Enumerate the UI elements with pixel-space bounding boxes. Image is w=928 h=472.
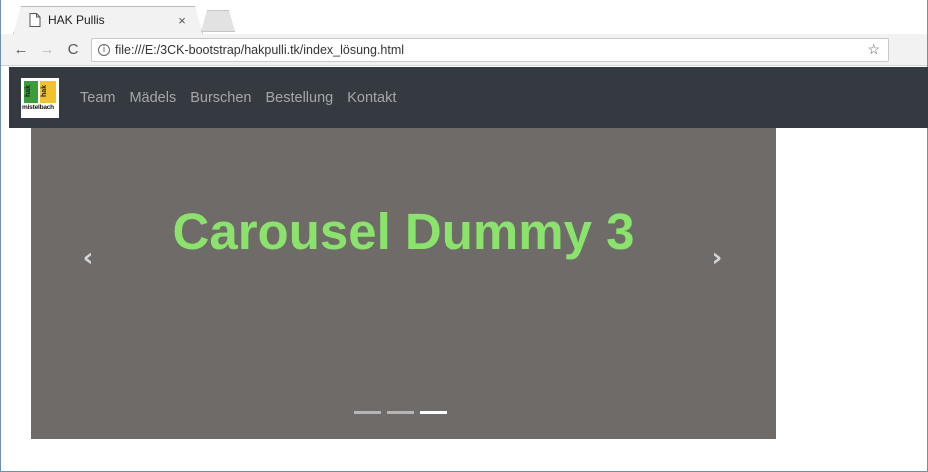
- carousel-next-icon[interactable]: ›: [702, 238, 732, 278]
- page-icon: [29, 13, 41, 27]
- bookmark-star-icon[interactable]: ☆: [867, 41, 880, 58]
- carousel-indicators: [354, 411, 447, 414]
- nav-link-kontakt[interactable]: Kontakt: [347, 90, 396, 106]
- tab-title: HAK Pullis: [48, 13, 105, 27]
- nav-link-burschen[interactable]: Burschen: [190, 90, 251, 106]
- brand-logo[interactable]: hak hak mistelbach: [21, 77, 59, 118]
- carousel-indicator[interactable]: [387, 411, 414, 414]
- tab-close-icon[interactable]: ×: [175, 13, 189, 28]
- forward-button[interactable]: →: [37, 40, 57, 60]
- back-button[interactable]: ←: [11, 40, 31, 60]
- nav-link-bestellung[interactable]: Bestellung: [265, 90, 333, 106]
- new-tab-button[interactable]: [201, 10, 235, 32]
- site-navbar: hak hak mistelbach Team Mädels Burschen …: [9, 67, 928, 128]
- carousel-indicator-active[interactable]: [420, 411, 447, 414]
- tab-strip: HAK Pullis ×: [1, 0, 927, 34]
- info-icon[interactable]: i: [98, 43, 110, 56]
- reload-button[interactable]: C: [63, 40, 83, 60]
- browser-window: HAK Pullis × ← → C i file:///E:/3CK-boot…: [0, 0, 928, 472]
- address-bar[interactable]: i file:///E:/3CK-bootstrap/hakpulli.tk/i…: [91, 37, 889, 62]
- logo-tile-text-right: hak: [41, 84, 48, 97]
- browser-toolbar: ← → C i file:///E:/3CK-bootstrap/hakpull…: [1, 34, 927, 66]
- nav-links: Team Mädels Burschen Bestellung Kontakt: [80, 90, 396, 106]
- carousel-slide-title: Carousel Dummy 3: [172, 203, 635, 260]
- carousel: Carousel Dummy 3 ‹ ›: [31, 128, 776, 439]
- url-text[interactable]: file:///E:/3CK-bootstrap/hakpulli.tk/ind…: [115, 43, 867, 57]
- logo-tile-text-left: hak: [25, 84, 32, 97]
- nav-link-team[interactable]: Team: [80, 90, 115, 106]
- logo-text: mistelbach: [22, 103, 54, 111]
- carousel-indicator[interactable]: [354, 411, 381, 414]
- carousel-prev-icon[interactable]: ‹: [73, 238, 103, 278]
- logo-yellow-tile: hak: [40, 80, 56, 103]
- nav-link-maedels[interactable]: Mädels: [129, 90, 176, 106]
- logo-green-tile: hak: [24, 80, 38, 103]
